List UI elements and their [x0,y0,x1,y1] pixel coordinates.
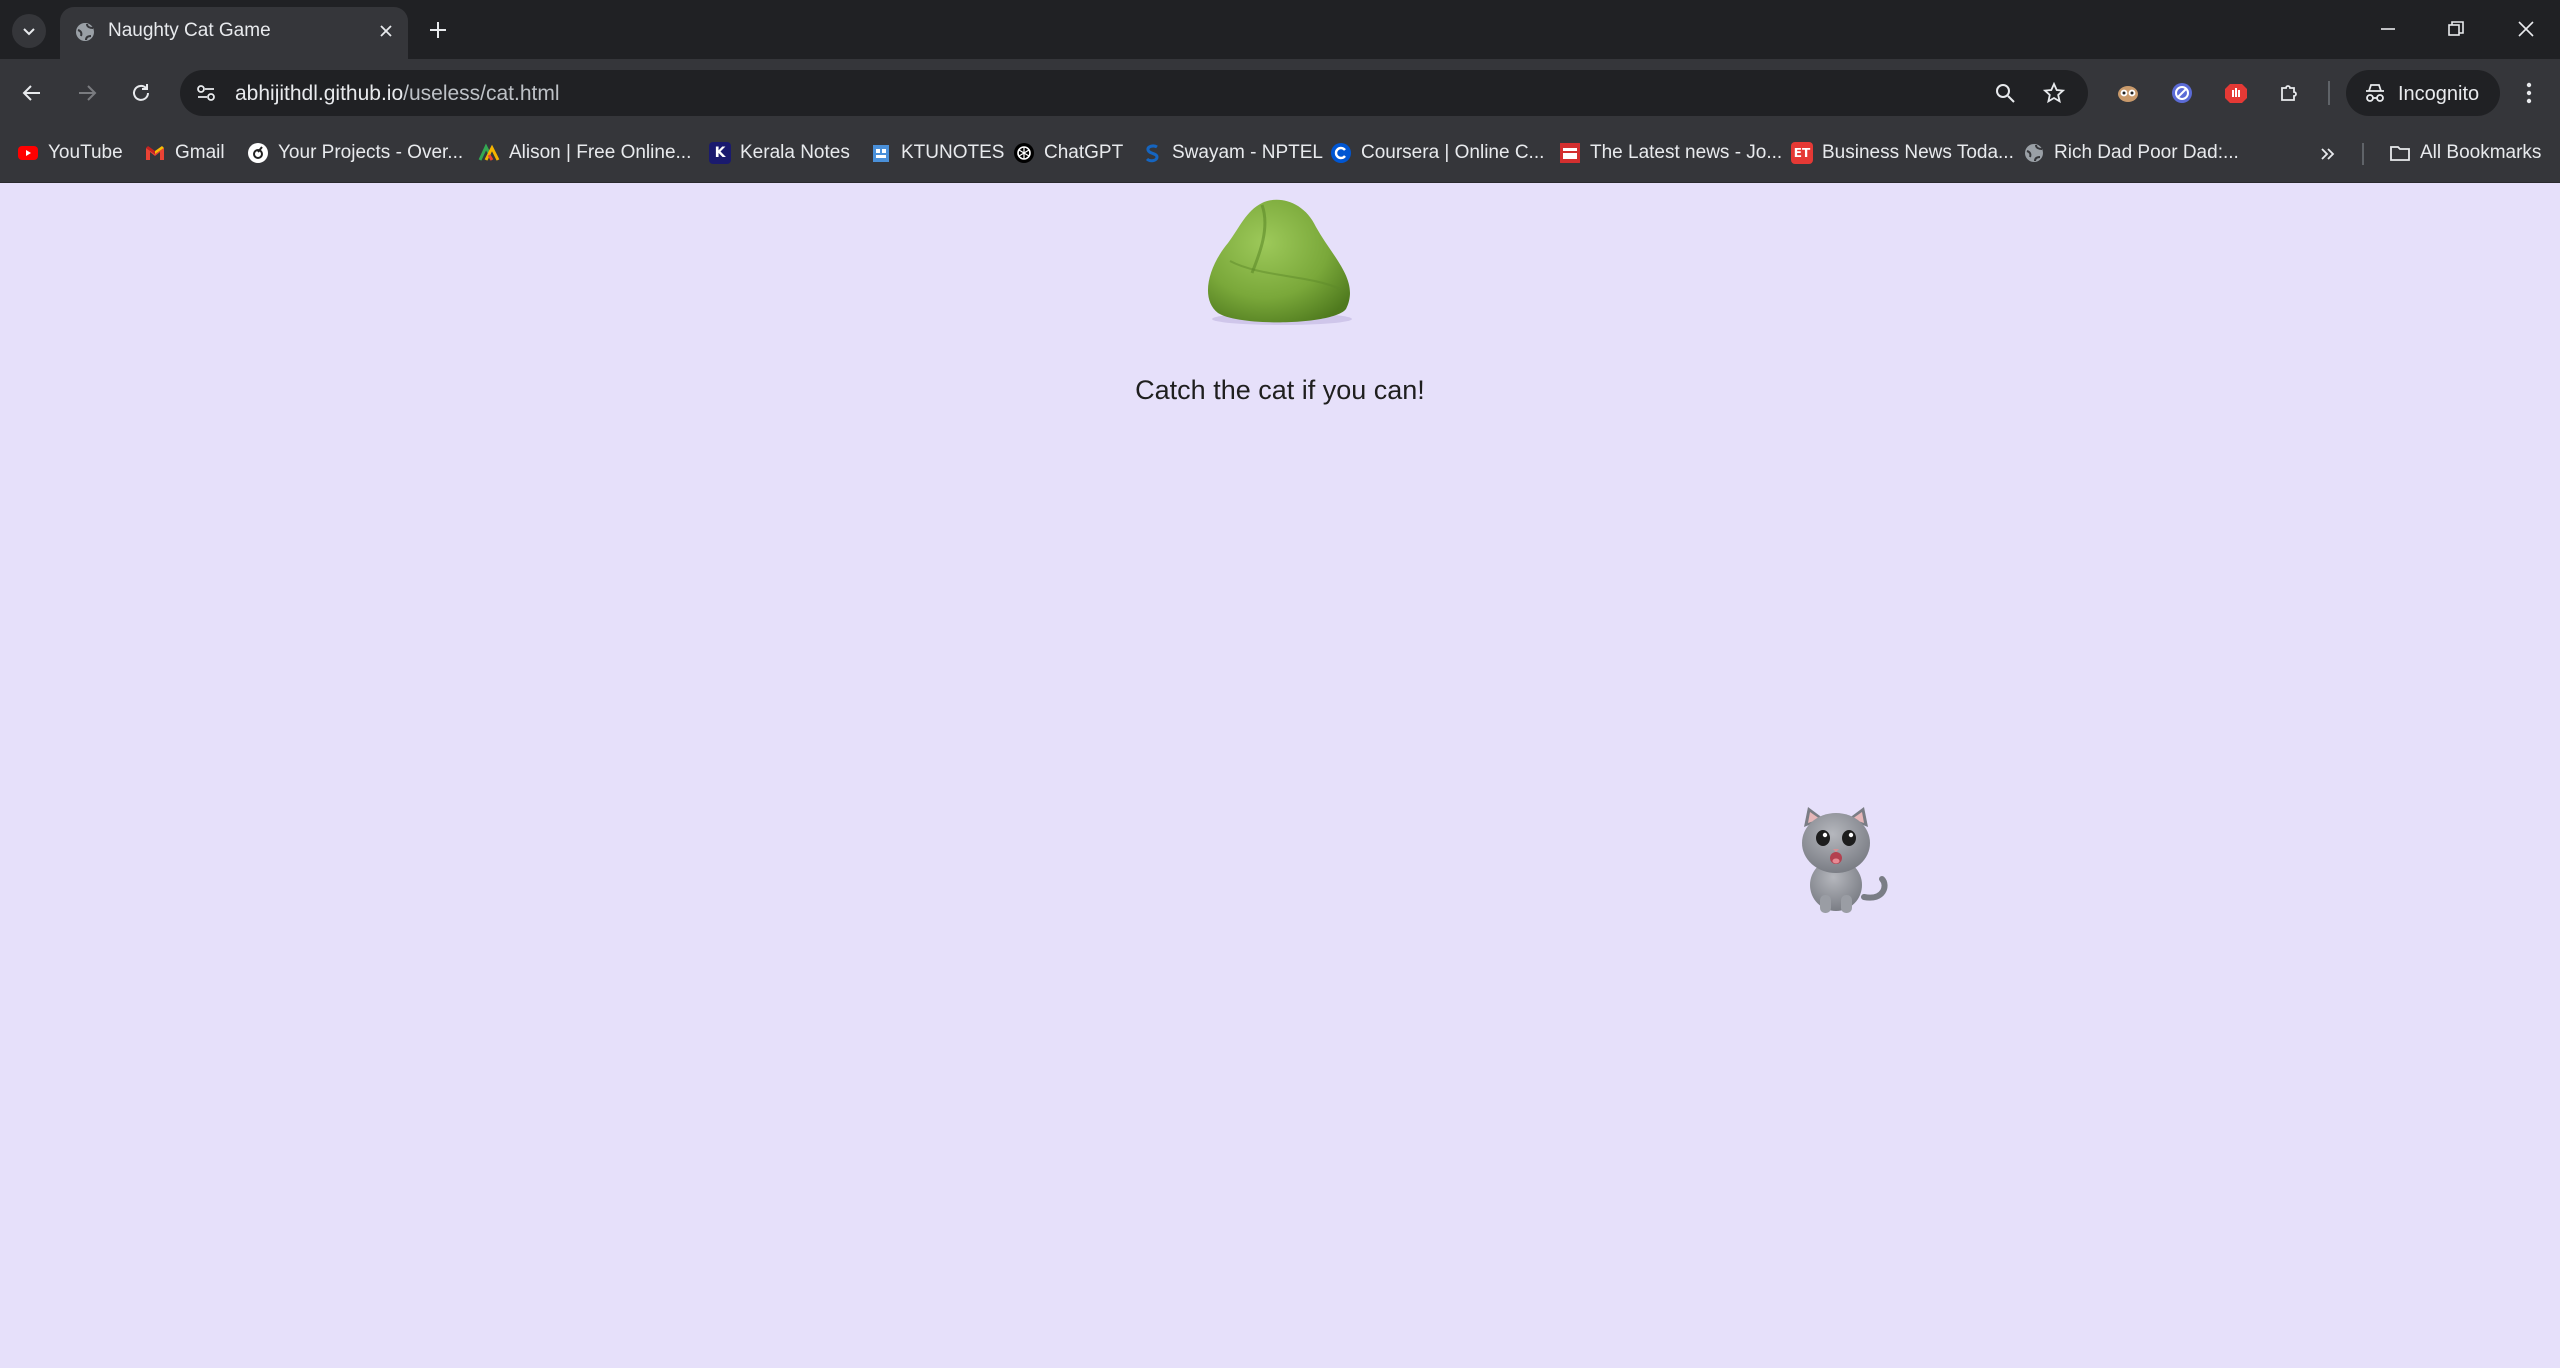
chatgpt-icon [1014,143,1034,163]
reload-icon [133,84,149,101]
active-tab[interactable]: Naughty Cat Game [60,7,408,59]
restore-icon [2448,21,2464,36]
bookmark-alison[interactable]: Alison | Free Online... [478,136,691,170]
bookmark-coursera[interactable]: Coursera | Online C... [1330,136,1544,170]
minimize-icon [2381,28,2395,30]
all-bookmarks-button[interactable]: All Bookmarks [2389,136,2541,170]
extension-owl-button[interactable] [2111,76,2145,110]
chevron-down-icon [23,28,35,36]
youtube-icon [18,146,38,160]
globe-icon [2025,144,2043,162]
bookmark-label: Rich Dad Poor Dad:... [2054,142,2239,163]
page-content: Catch the cat if you can! [0,183,2560,1368]
star-icon [2043,82,2065,104]
bookmark-chatgpt[interactable]: ChatGPT [1013,136,1123,170]
close-icon [2518,21,2534,37]
projects-icon [248,143,268,163]
stop-hand-icon [2225,84,2247,103]
bookmark-label: Swayam - NPTEL [1172,142,1323,163]
close-icon [380,25,392,37]
extension-block-button[interactable] [2165,76,2199,110]
coursera-icon [1331,143,1351,163]
toolbar-separator [2328,81,2330,105]
restore-button[interactable] [2428,8,2484,50]
beanbag-image [1207,199,1352,325]
bookmark-label: Your Projects - Over... [278,142,464,163]
bookmark-youtube[interactable]: YouTube [17,136,123,170]
reload-button[interactable] [124,76,158,110]
tab-title: Naughty Cat Game [108,20,271,41]
bookmark-rich-dad[interactable]: Rich Dad Poor Dad:... [2023,136,2239,170]
bookmark-star-button[interactable] [2039,78,2069,108]
extension-hand-button[interactable] [2219,76,2253,110]
arrow-right-icon [79,85,97,101]
browser-menu-button[interactable] [2512,76,2546,110]
bookmark-label: Gmail [175,142,225,163]
new-tab-button[interactable] [424,16,452,44]
zoom-icon [1996,84,2015,103]
bookmark-label: Kerala Notes [740,142,850,163]
bookmark-ktunotes[interactable]: KTUNOTES [870,136,1004,170]
bookmark-swayam[interactable]: Swayam - NPTEL [1141,136,1323,170]
alison-icon [478,143,500,161]
toolbar: abhijithdl.github.io/useless/cat.html In… [0,59,2560,126]
all-bookmarks-label: All Bookmarks [2420,142,2542,163]
bookmark-label: Alison | Free Online... [509,142,692,163]
incognito-button[interactable]: Incognito [2346,70,2500,116]
tab-close-button[interactable] [374,19,398,43]
back-button[interactable] [15,76,49,110]
site-info-button[interactable] [190,77,222,109]
more-bookmarks-button[interactable] [2314,140,2342,168]
bookmark-economic-times[interactable]: ET Business News Toda... [1791,136,2014,170]
bookmark-the-week[interactable]: The Latest news - Jo... [1559,136,1782,170]
forward-button[interactable] [70,76,104,110]
close-window-button[interactable] [2498,8,2554,50]
gmail-icon [146,146,164,160]
bookmark-label: Business News Toda... [1822,142,2014,163]
k-icon: K [709,142,731,164]
arrow-left-icon [22,85,40,101]
folder-icon [2390,146,2410,161]
url-path: /useless/cat.html [403,82,560,105]
address-bar[interactable]: abhijithdl.github.io/useless/cat.html [180,70,2088,116]
tune-icon [197,85,215,101]
owl-extension-icon [2118,86,2138,102]
more-vert-icon [2526,82,2532,104]
bookmark-gmail[interactable]: Gmail [144,136,225,170]
zoom-button[interactable] [1990,78,2020,108]
bookmark-label: KTUNOTES [901,142,1005,163]
bookmark-label: YouTube [48,142,123,163]
cat-image[interactable] [1794,805,1890,915]
et-icon: ET [1791,142,1813,164]
ktunotes-icon [873,145,889,162]
tab-strip: Naughty Cat Game [0,0,2560,59]
bookmark-kerala-notes[interactable]: K Kerala Notes [709,136,850,170]
bookmark-label: Coursera | Online C... [1361,142,1545,163]
bookmark-your-projects[interactable]: Your Projects - Over... [247,136,463,170]
block-extension-icon [2172,83,2192,103]
bookmarks-bar: YouTube Gmail Your Projects - Over... Al… [0,126,2560,183]
puzzle-icon [2281,85,2297,101]
bookmarks-separator [2362,143,2364,165]
game-instruction: Catch the cat if you can! [1135,375,1425,405]
url-text: abhijithdl.github.io/useless/cat.html [235,82,560,106]
week-icon [1560,143,1580,163]
globe-icon [76,23,94,41]
bookmark-label: ChatGPT [1044,142,1124,163]
swayam-icon [1145,144,1159,163]
tab-search-button[interactable] [12,14,46,48]
url-domain: abhijithdl.github.io [235,82,404,105]
double-chevron-right-icon [2321,148,2335,160]
bookmark-label: The Latest news - Jo... [1590,142,1783,163]
incognito-label: Incognito [2398,83,2480,105]
plus-icon [430,22,446,38]
incognito-icon [2366,84,2384,102]
extensions-menu-button[interactable] [2273,76,2307,110]
minimize-button[interactable] [2360,8,2416,50]
